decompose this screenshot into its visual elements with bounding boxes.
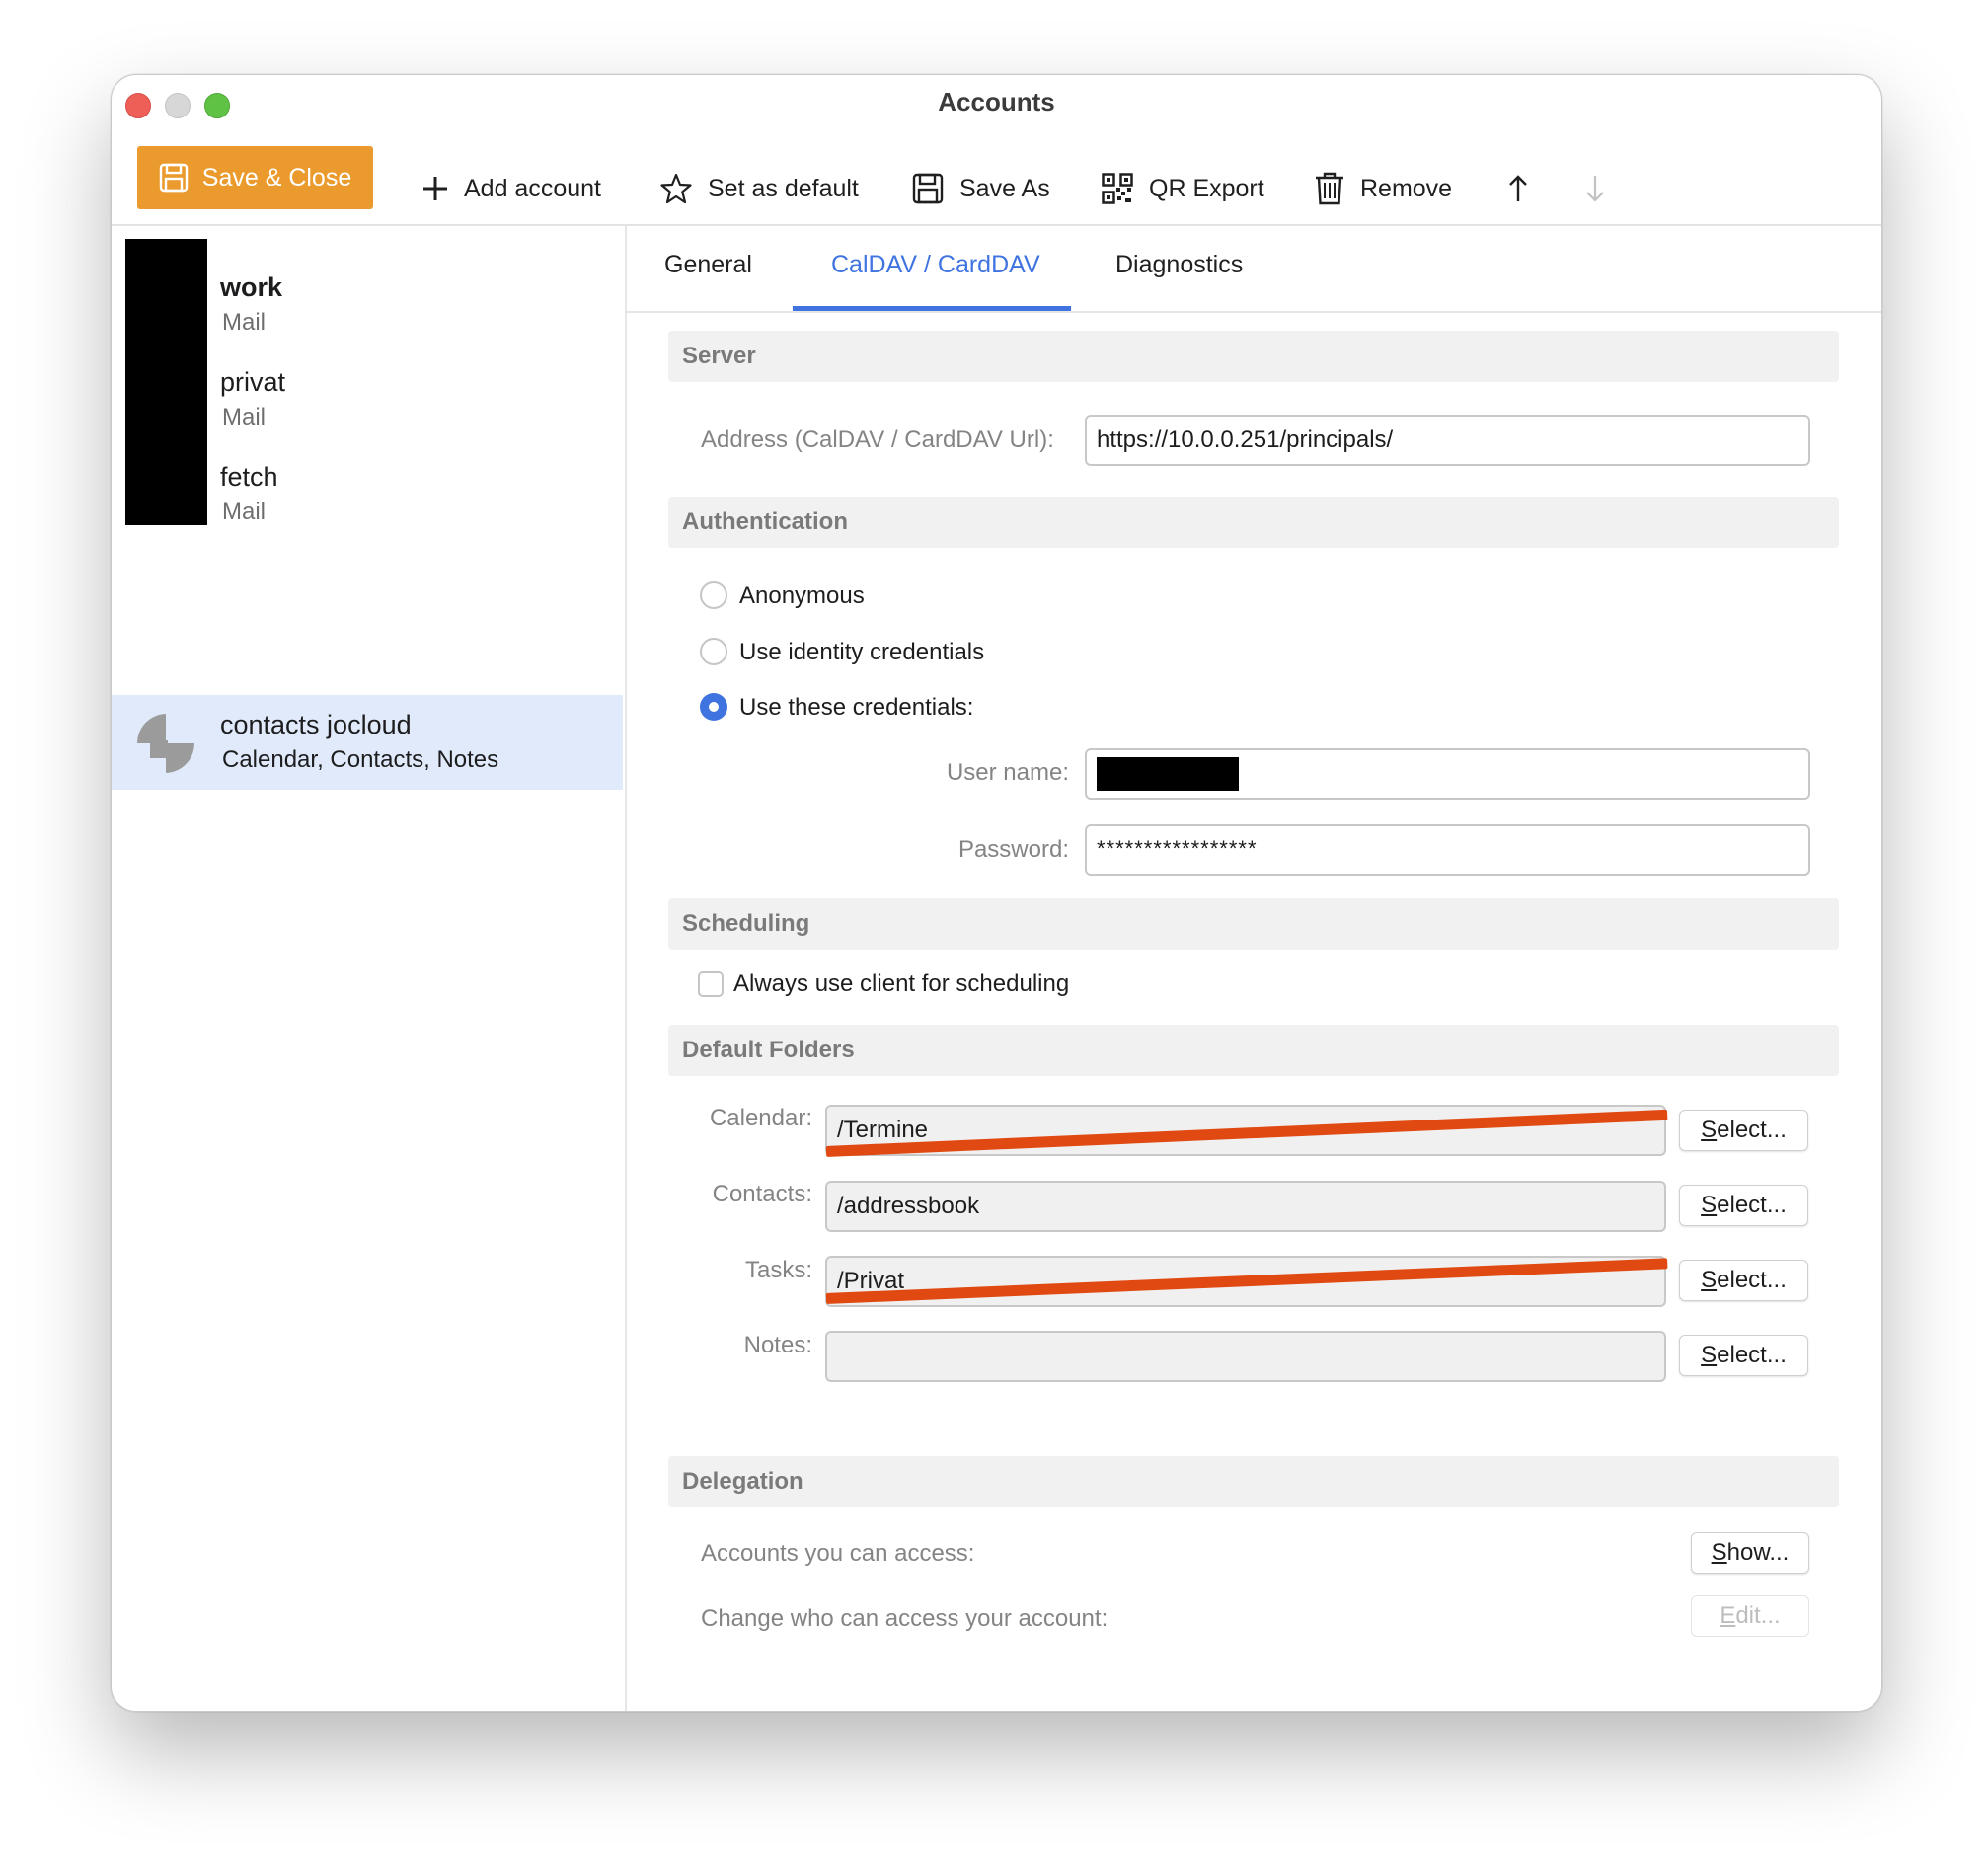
change-access-label: Change who can access your account:	[701, 1605, 1109, 1632]
edit-delegation-button[interactable]: Edit...	[1691, 1595, 1809, 1637]
button-label: dit...	[1735, 1602, 1781, 1629]
account-name: contacts jocloud	[220, 710, 412, 739]
section-server: Server	[668, 331, 1839, 382]
redacted-account-icons	[125, 239, 207, 525]
mnemonic-letter: E	[1720, 1602, 1736, 1629]
account-type: Mail	[222, 404, 267, 430]
account-name: privat	[220, 367, 286, 397]
remove-button[interactable]: Remove	[1315, 159, 1452, 218]
save-close-label: Save & Close	[201, 163, 352, 192]
tab-caldav-carddav[interactable]: CalDAV / CardDAV	[831, 251, 1040, 279]
redacted-username	[1097, 757, 1239, 791]
password-input[interactable]: *****************	[1085, 824, 1810, 876]
username-input[interactable]	[1085, 748, 1810, 800]
address-label: Address (CalDAV / CardDAV Url):	[701, 426, 1054, 453]
groupware-account-icon	[137, 714, 194, 773]
username-label: User name:	[946, 759, 1069, 786]
mnemonic-letter: S	[1701, 1342, 1718, 1368]
tab-diagnostics[interactable]: Diagnostics	[1115, 251, 1243, 279]
set-default-label: Set as default	[708, 174, 859, 202]
section-authentication: Authentication	[668, 497, 1839, 548]
account-type: Calendar, Contacts, Notes	[222, 746, 499, 773]
notes-folder-input[interactable]	[825, 1331, 1666, 1382]
move-up-button[interactable]	[1508, 159, 1528, 218]
button-label: elect...	[1717, 1117, 1787, 1143]
tasks-folder-select-button[interactable]: Select...	[1679, 1260, 1808, 1301]
radio-button[interactable]	[700, 581, 727, 609]
account-type: Mail	[222, 309, 267, 336]
account-list: work Mail privat Mail fetch Mail contact…	[112, 226, 627, 1711]
button-label: how...	[1726, 1539, 1790, 1566]
option-label: Use identity credentials	[739, 639, 985, 665]
add-account-label: Add account	[464, 174, 601, 202]
password-label: Password:	[957, 836, 1069, 863]
radio-button[interactable]	[700, 638, 727, 665]
set-default-button[interactable]: Set as default	[660, 159, 859, 218]
mnemonic-letter: S	[1701, 1267, 1718, 1293]
option-label: Always use client for scheduling	[733, 970, 1070, 997]
button-label: elect...	[1717, 1267, 1787, 1293]
mnemonic-letter: S	[1701, 1192, 1718, 1218]
section-heading: Delegation	[682, 1468, 803, 1495]
section-heading: Authentication	[682, 508, 848, 535]
radio-button-selected[interactable]	[700, 693, 727, 721]
calendar-folder-label: Calendar:	[709, 1105, 812, 1131]
section-heading: Default Folders	[682, 1037, 855, 1063]
section-scheduling: Scheduling	[668, 898, 1839, 950]
qr-export-label: QR Export	[1149, 174, 1264, 202]
password-value: *****************	[1097, 836, 1258, 861]
trash-icon	[1316, 172, 1343, 205]
accounts-you-can-access-label: Accounts you can access:	[701, 1540, 975, 1567]
tasks-folder-label: Tasks:	[744, 1257, 812, 1283]
button-label: elect...	[1717, 1192, 1787, 1218]
arrow-down-icon	[1586, 176, 1604, 202]
notes-folder-select-button[interactable]: Select...	[1679, 1335, 1808, 1376]
save-icon	[912, 173, 944, 204]
qr-code-icon	[1102, 173, 1133, 204]
mnemonic-letter: S	[1711, 1539, 1727, 1566]
move-down-button[interactable]	[1585, 159, 1605, 218]
mnemonic-letter: S	[1701, 1117, 1718, 1143]
save-close-button[interactable]: Save & Close	[137, 146, 373, 209]
save-as-label: Save As	[959, 174, 1050, 202]
notes-folder-label: Notes:	[743, 1332, 812, 1358]
tab-general[interactable]: General	[664, 251, 752, 279]
section-heading: Server	[682, 343, 756, 369]
section-default-folders: Default Folders	[668, 1025, 1839, 1076]
tab-divider	[626, 311, 1881, 313]
address-input[interactable]: https://10.0.0.251/principals/	[1085, 415, 1810, 466]
account-name: work	[220, 272, 283, 302]
qr-export-button[interactable]: QR Export	[1102, 159, 1264, 218]
contacts-folder-select-button[interactable]: Select...	[1679, 1185, 1808, 1226]
arrow-up-icon	[1509, 175, 1527, 201]
calendar-folder-select-button[interactable]: Select...	[1679, 1110, 1808, 1151]
section-delegation: Delegation	[668, 1456, 1839, 1507]
window-title: Accounts	[938, 87, 1055, 116]
accounts-window: Accounts Save & Close Add account Set as…	[111, 74, 1882, 1712]
star-icon	[660, 173, 692, 204]
checkbox[interactable]	[698, 971, 724, 997]
section-heading: Scheduling	[682, 910, 810, 937]
add-account-button[interactable]: Add account	[422, 159, 601, 218]
plus-icon	[423, 177, 447, 200]
option-label: Anonymous	[739, 582, 865, 609]
account-type: Mail	[222, 499, 267, 525]
contacts-folder-label: Contacts:	[712, 1181, 812, 1207]
account-name: fetch	[220, 462, 278, 492]
option-label: Use these credentials:	[739, 694, 974, 721]
show-delegation-button[interactable]: Show...	[1691, 1532, 1809, 1574]
save-icon	[159, 163, 188, 193]
remove-label: Remove	[1360, 174, 1453, 202]
contacts-folder-input[interactable]: /addressbook	[825, 1181, 1666, 1232]
button-label: elect...	[1717, 1342, 1787, 1368]
account-item-contacts-jocloud[interactable]: contacts jocloud Calendar, Contacts, Not…	[112, 695, 623, 790]
save-as-button[interactable]: Save As	[912, 159, 1050, 218]
